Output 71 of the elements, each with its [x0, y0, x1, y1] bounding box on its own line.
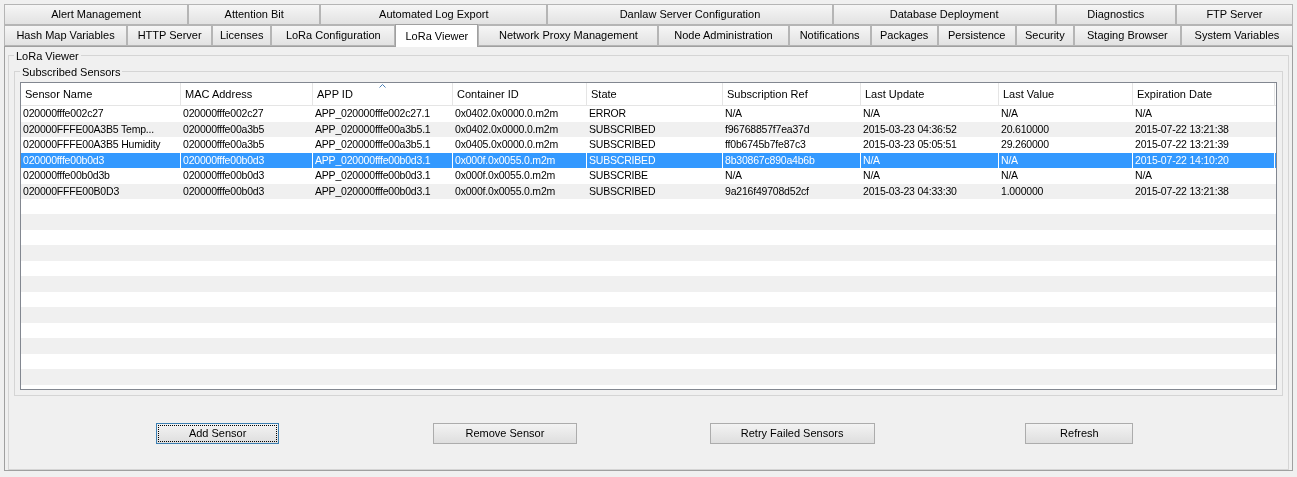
tab[interactable]: Hash Map Variables [4, 25, 128, 46]
tab[interactable]: Diagnostics [1055, 4, 1176, 25]
table-cell-text: 2015-07-22 13:21:38 [1134, 183, 1230, 199]
table-cell-text: 0x0402.0x0000.0.m2m [454, 106, 560, 121]
tab[interactable]: Notifications [788, 25, 871, 46]
tab[interactable]: LoRa Viewer [395, 24, 479, 47]
tab[interactable]: System Variables [1180, 25, 1293, 46]
table-cell-text: APP_020000fffe00a3b5.1 [314, 137, 432, 152]
table-cell-text: 020000fffe00b0d3b [22, 168, 111, 183]
table-cell-text: ff0b6745b7fe87c3 [724, 137, 807, 152]
table-cell-text: 020000FFFE00A3B5 Temp... [22, 121, 155, 137]
table-cell-text: 1.000000 [1000, 183, 1045, 199]
table-cell-text: 020000fffe002c27 [182, 106, 265, 121]
table-cell-text: N/A [862, 168, 881, 183]
tab[interactable]: FTP Server [1175, 4, 1293, 25]
table-cell-text: 2015-03-23 04:33:30 [862, 183, 958, 199]
table-cell-text: SUBSCRIBED [588, 121, 657, 137]
action-button[interactable]: Refresh [1025, 423, 1134, 444]
table-cell-text: N/A [724, 168, 743, 183]
table-cell-text: 0x0405.0x0000.0.m2m [454, 137, 560, 152]
table-cell-text: 9a216f49708d52cf [724, 183, 810, 199]
tab[interactable]: Licenses [212, 25, 272, 46]
table-cell-text: 2015-03-23 05:05:51 [862, 137, 958, 152]
table-cell-text: 020000fffe00a3b5 [182, 137, 266, 152]
table-cell-text: 020000FFFE00A3B5 Humidity [22, 137, 162, 152]
table-cell-text: 020000FFFE00B0D3 [22, 183, 121, 199]
tab[interactable]: Security [1015, 25, 1074, 46]
tab[interactable]: Packages [870, 25, 938, 46]
tab[interactable]: Alert Management [4, 4, 189, 25]
table-cell-text: 020000fffe00a3b5 [182, 121, 266, 137]
tab[interactable]: Persistence [937, 25, 1016, 46]
table-cell-text: SUBSCRIBED [588, 183, 657, 199]
table-cell-text: 020000fffe00b0d3 [182, 183, 266, 199]
table-cell-text: APP_020000fffe00b0d3.1 [314, 168, 432, 183]
tab[interactable]: Attention Bit [188, 4, 321, 25]
table-cell-text: N/A [862, 106, 881, 121]
table-cell-text: f96768857f7ea37d [724, 121, 811, 137]
table-cell-text: APP_020000fffe00b0d3.1 [314, 183, 432, 199]
table-cell-text: 020000fffe002c27 [22, 106, 105, 121]
table-cell-text: 020000fffe00b0d3 [182, 168, 266, 183]
tab[interactable]: Node Administration [658, 25, 789, 46]
table-cell-text: SUBSCRIBE [588, 168, 649, 183]
table-cell-text: N/A [1134, 106, 1153, 121]
table-cell-text: APP_020000fffe002c27.1 [314, 106, 431, 121]
action-button[interactable]: Add Sensor [156, 423, 280, 444]
tab[interactable]: HTTP Server [127, 25, 213, 46]
table-cell-text: 2015-07-22 13:21:38 [1134, 121, 1230, 137]
table-cell-text: 0x000f.0x0055.0.m2m [454, 183, 557, 199]
table-cell-text: ERROR [588, 106, 627, 121]
action-button[interactable]: Retry Failed Sensors [709, 423, 875, 444]
group-title: Subscribed Sensors [20, 65, 123, 79]
table-cell-text: N/A [1000, 168, 1019, 183]
table-cell-text: APP_020000fffe00a3b5.1 [314, 121, 432, 137]
table-cell-text: N/A [724, 106, 743, 121]
table-cell-text: 0x000f.0x0055.0.m2m [454, 168, 557, 183]
table-cell-text: 20.610000 [1000, 121, 1050, 137]
table-cell-text: 2015-07-22 13:21:39 [1134, 137, 1230, 152]
table-cell-text: 0x0402.0x0000.0.m2m [454, 121, 560, 137]
table-cell-text: 2015-03-23 04:36:52 [862, 121, 958, 137]
tab[interactable]: Staging Browser [1073, 25, 1181, 46]
tab[interactable]: Database Deployment [832, 4, 1056, 25]
table-cell-text: 29.260000 [1000, 137, 1050, 152]
panel-title: LoRa Viewer [14, 49, 81, 63]
action-button[interactable]: Remove Sensor [432, 423, 577, 444]
tab[interactable]: Danlaw Server Configuration [547, 4, 833, 25]
table-cell-text: N/A [1000, 106, 1019, 121]
table-cell-text: N/A [1134, 168, 1153, 183]
table-cell-text: SUBSCRIBED [588, 137, 657, 152]
tab[interactable]: Network Proxy Management [478, 25, 659, 46]
tab[interactable]: Automated Log Export [320, 4, 548, 25]
tab[interactable]: LoRa Configuration [271, 25, 396, 46]
